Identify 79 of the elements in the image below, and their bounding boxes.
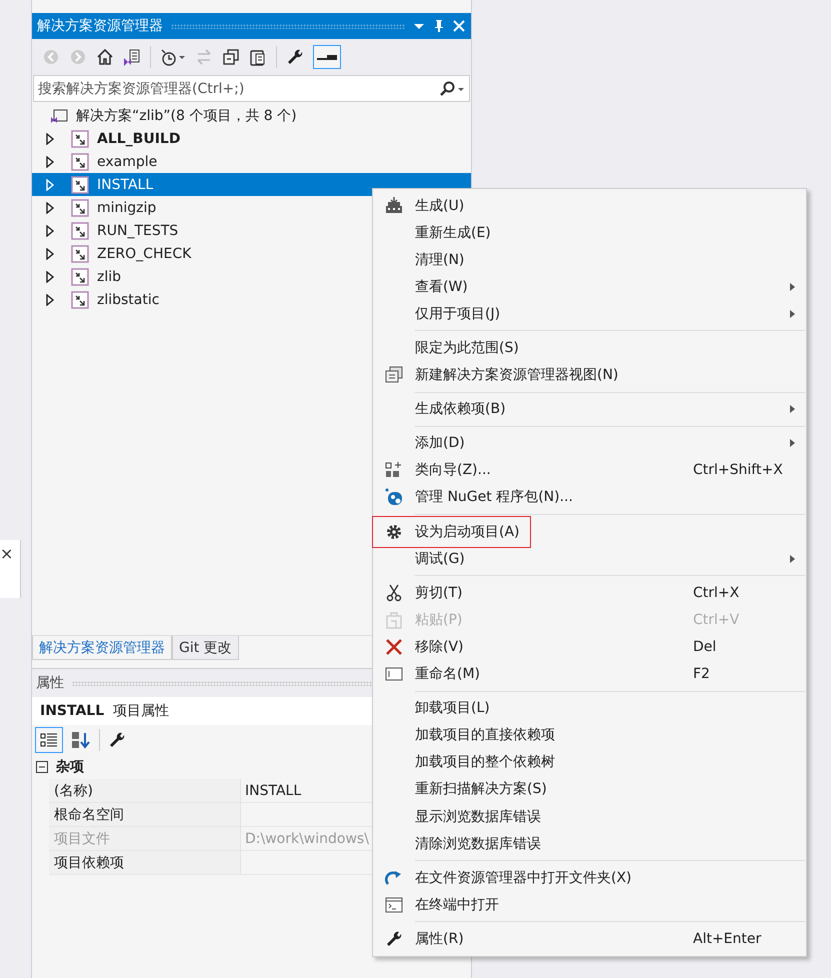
property-name[interactable]: 根命名空间 xyxy=(49,803,241,826)
sort-alpha-icon[interactable] xyxy=(71,731,91,749)
expand-icon[interactable] xyxy=(45,294,55,306)
menu-item[interactable]: 调试(G) xyxy=(373,545,806,572)
build-icon xyxy=(385,196,403,215)
solution-node[interactable]: 解决方案“zlib”(8 个项目，共 8 个) xyxy=(76,106,297,124)
menu-item[interactable]: 移除(V) Del xyxy=(373,633,806,660)
menu-item[interactable]: 管理 NuGet 程序包(N)... xyxy=(373,484,806,512)
scissors-icon xyxy=(385,584,403,602)
panel-title: 属性 xyxy=(36,674,64,692)
project-icon xyxy=(71,290,89,308)
expand-icon[interactable] xyxy=(45,270,55,282)
project-icon xyxy=(71,222,89,240)
menu-item[interactable]: 添加(D) xyxy=(373,430,806,457)
solution-view-icon[interactable] xyxy=(123,48,141,66)
expand-icon[interactable] xyxy=(45,156,55,168)
menu-item[interactable]: 生成依赖项(B) xyxy=(373,396,806,423)
project-node[interactable]: example xyxy=(32,150,471,173)
menu-item[interactable]: 新建解决方案资源管理器视图(N) xyxy=(373,362,806,389)
search-box[interactable]: 搜索解决方案资源管理器(Ctrl+;) xyxy=(33,75,470,102)
wrench-icon[interactable] xyxy=(108,731,126,749)
property-name[interactable]: 项目依赖项 xyxy=(49,851,241,874)
categorized-icon[interactable] xyxy=(35,727,63,753)
clipboard-icon[interactable] xyxy=(249,48,267,66)
search-icon[interactable] xyxy=(439,80,465,96)
project-icon xyxy=(71,198,89,216)
window-title: 解决方案资源管理器 xyxy=(37,17,163,35)
project-icon xyxy=(71,152,89,170)
expand-icon[interactable] xyxy=(45,202,55,214)
close-icon xyxy=(385,638,403,656)
clipboard-icon xyxy=(385,610,403,629)
menu-item[interactable]: 重新扫描解决方案(S) xyxy=(373,776,806,803)
menu-item[interactable]: 重新生成(E) xyxy=(373,219,806,246)
project-icon xyxy=(71,176,89,194)
preview-toggle-icon[interactable] xyxy=(313,45,341,69)
wizard-icon xyxy=(385,461,403,480)
wrench-icon xyxy=(385,930,403,948)
collapse-icon[interactable] xyxy=(222,48,240,66)
tab[interactable]: Git 更改 xyxy=(172,636,239,660)
close-icon[interactable] xyxy=(453,20,465,32)
menu-item[interactable]: 查看(W) xyxy=(373,273,806,300)
redo-arrow-icon xyxy=(385,868,403,887)
project-icon xyxy=(71,268,89,286)
property-name[interactable]: (名称) xyxy=(49,779,241,802)
home-icon[interactable] xyxy=(96,48,114,66)
history-icon[interactable] xyxy=(160,48,186,66)
menu-item[interactable]: 在终端中打开 xyxy=(373,891,806,918)
menu-item[interactable]: 剪切(T) Ctrl+X xyxy=(373,579,806,606)
rename-icon xyxy=(385,665,403,684)
menu-item[interactable]: 限定为此范围(S) xyxy=(373,334,806,362)
menu-item[interactable]: 显示浏览数据库错误 xyxy=(373,802,806,830)
close-icon[interactable]: × xyxy=(0,544,14,563)
menu-item[interactable]: 设为启动项目(A) xyxy=(373,518,806,546)
expand-icon[interactable] xyxy=(45,224,55,236)
project-node[interactable]: ALL_BUILD xyxy=(32,127,471,150)
package-icon xyxy=(385,488,403,506)
expand-icon[interactable] xyxy=(45,132,55,144)
windows-icon xyxy=(385,366,403,384)
project-icon xyxy=(71,130,89,148)
category-label: 杂项 xyxy=(56,758,84,776)
project-icon xyxy=(71,244,89,262)
tab[interactable]: 解决方案资源管理器 xyxy=(32,636,172,660)
menu-item[interactable]: 重命名(M) F2 xyxy=(373,660,806,688)
menu-item[interactable]: 仅用于项目(J) xyxy=(373,300,806,328)
settings-icon xyxy=(385,522,403,541)
menu-item[interactable]: 加载项目的整个依赖树 xyxy=(373,748,806,776)
menu-item[interactable]: 清除浏览数据库错误 xyxy=(373,830,806,858)
search-field[interactable]: 搜索解决方案资源管理器(Ctrl+;) xyxy=(38,80,439,96)
menu-item[interactable]: 在文件资源管理器中打开文件夹(X) xyxy=(373,864,806,892)
menu-item[interactable]: 清理(N) xyxy=(373,246,806,274)
wrench-icon[interactable] xyxy=(286,48,304,66)
expand-icon[interactable] xyxy=(45,248,55,260)
terminal-icon xyxy=(385,896,403,914)
collapse-icon[interactable] xyxy=(36,761,48,773)
menu-item[interactable]: 属性(R) Alt+Enter xyxy=(373,925,806,952)
project-node[interactable]: INSTALL xyxy=(32,173,471,196)
menu-item[interactable]: 类向导(Z)... Ctrl+Shift+X xyxy=(373,456,806,484)
pin-icon[interactable] xyxy=(433,19,445,33)
solution-icon xyxy=(50,108,68,124)
